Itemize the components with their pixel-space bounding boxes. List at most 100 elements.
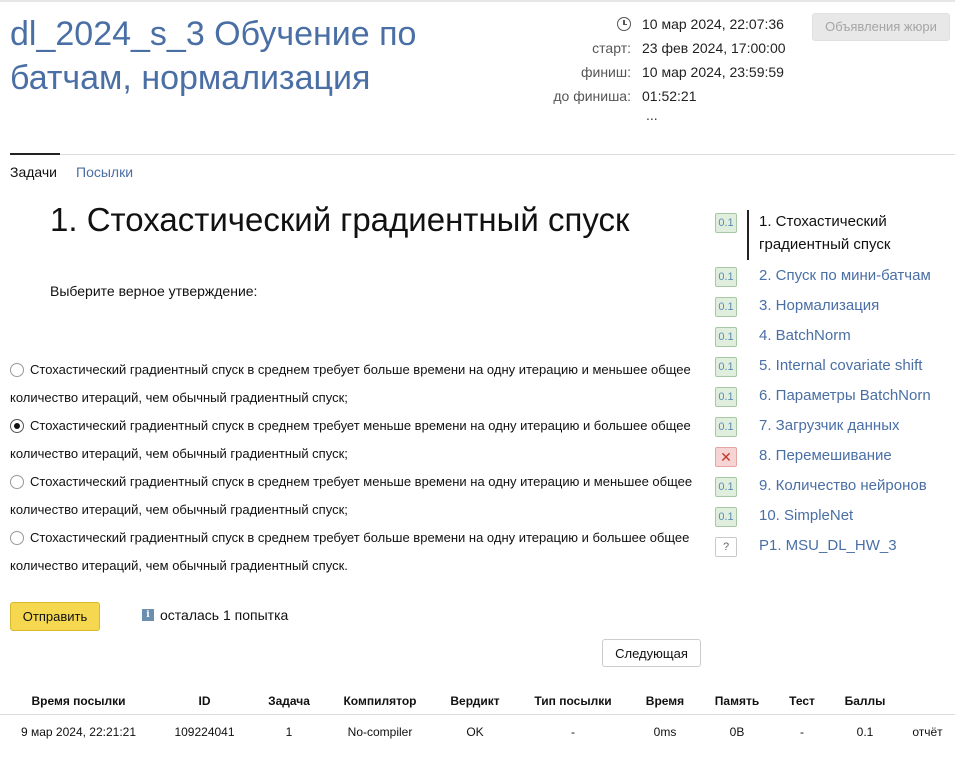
cell-task: 1: [252, 713, 326, 750]
submit-button[interactable]: Отправить: [10, 602, 100, 631]
radio-button[interactable]: [10, 531, 24, 545]
score-badge: 0.1: [715, 267, 737, 287]
score-badge: 0.1: [715, 507, 737, 527]
clock-icon: [617, 17, 631, 31]
answer-option[interactable]: Стохастический градиентный спуск в средн…: [10, 524, 700, 580]
cell-compiler: No-compiler: [326, 713, 434, 750]
sidebar-item-label[interactable]: 9. Количество нейронов: [759, 477, 927, 494]
sidebar-item-3[interactable]: 0.1 3. Нормализация: [715, 294, 955, 324]
more-times-toggle[interactable]: ...: [646, 107, 658, 123]
sidebar-item-7[interactable]: 0.1 7. Загрузчик данных: [715, 414, 955, 444]
answer-option-text: Стохастический градиентный спуск в средн…: [10, 362, 691, 405]
current-time: 10 мар 2024, 22:07:36: [642, 16, 784, 32]
col-header-type: Тип посылки: [534, 693, 612, 708]
col-header-memory: Память: [714, 693, 760, 708]
cell-id: 109224041: [157, 713, 252, 750]
start-row: старт: 23 фев 2024, 17:00:00: [520, 38, 800, 62]
finish-value: 10 мар 2024, 23:59:59: [642, 64, 784, 80]
sidebar-item-label[interactable]: 6. Параметры BatchNorn: [759, 387, 931, 404]
contest-title: dl_2024_s_3 Обучение по батчам, нормализ…: [10, 15, 417, 97]
score-badge: 0.1: [715, 387, 737, 407]
sidebar-item-8[interactable]: ✕ 8. Перемешивание: [715, 444, 955, 474]
cell-runtime: 0ms: [630, 713, 700, 750]
table-header-row: Время посылки ID Задача Компилятор Верди…: [0, 688, 955, 714]
submissions-table: Время посылки ID Задача Компилятор Верди…: [0, 688, 955, 750]
remaining-row: до финиша: 01:52:21: [520, 86, 800, 110]
sidebar-item-1[interactable]: 0.1 1. Стохастический градиентный спуск: [715, 210, 955, 264]
score-badge: 0.1: [715, 297, 737, 317]
answer-option[interactable]: Стохастический градиентный спуск в средн…: [10, 468, 700, 524]
col-header-report: [900, 688, 955, 714]
unknown-badge-icon: ?: [715, 537, 737, 557]
tab-problems[interactable]: Задачи: [10, 164, 57, 180]
current-time-row: 10 мар 2024, 22:07:36: [520, 14, 800, 38]
problem-list: 0.1 1. Стохастический градиентный спуск …: [715, 210, 955, 564]
sidebar-item-label[interactable]: 8. Перемешивание: [759, 447, 892, 464]
sidebar-item-9[interactable]: 0.1 9. Количество нейронов: [715, 474, 955, 504]
sidebar-item-label: 1. Стохастический градиентный спуск: [759, 213, 891, 253]
sidebar-item-label[interactable]: 7. Загрузчик данных: [759, 417, 899, 434]
cell-type: -: [516, 713, 630, 750]
radio-button[interactable]: [10, 363, 24, 377]
tabs-divider: [10, 154, 955, 155]
active-item-indicator: [747, 210, 749, 260]
sidebar-item-p1[interactable]: ? P1. MSU_DL_HW_3: [715, 534, 955, 564]
table-row: 9 мар 2024, 22:21:21 109224041 1 No-comp…: [0, 713, 955, 750]
sidebar-item-label[interactable]: 10. SimpleNet: [759, 507, 853, 524]
score-badge: 0.1: [715, 213, 737, 233]
col-header-id: ID: [198, 693, 211, 708]
answer-option[interactable]: Стохастический градиентный спуск в средн…: [10, 356, 700, 412]
radio-button-selected[interactable]: [10, 419, 24, 433]
answer-options: Стохастический градиентный спуск в средн…: [10, 356, 700, 580]
answer-option[interactable]: Стохастический градиентный спуск в средн…: [10, 412, 700, 468]
score-badge: 0.1: [715, 357, 737, 377]
tab-submissions[interactable]: Посылки: [76, 164, 133, 180]
sidebar-item-10[interactable]: 0.1 10. SimpleNet: [715, 504, 955, 534]
cell-verdict: OK: [434, 713, 516, 750]
info-icon: i: [142, 609, 154, 621]
col-header-score: Баллы: [844, 693, 886, 708]
problem-title: 1. Стохастический градиентный спуск: [50, 201, 630, 238]
question-text: Выберите верное утверждение:: [50, 283, 258, 299]
answer-option-text: Стохастический градиентный спуск в средн…: [10, 418, 691, 461]
report-link[interactable]: отчёт: [900, 713, 955, 750]
col-header-task: Задача: [268, 693, 310, 708]
cell-time: 9 мар 2024, 22:21:21: [0, 713, 157, 750]
score-badge: 0.1: [715, 477, 737, 497]
sidebar-item-6[interactable]: 0.1 6. Параметры BatchNorn: [715, 384, 955, 414]
col-header-verdict: Вердикт: [450, 693, 500, 708]
start-value: 23 фев 2024, 17:00:00: [642, 40, 786, 56]
cell-memory: 0B: [700, 713, 774, 750]
answer-option-text: Стохастический градиентный спуск в средн…: [10, 474, 693, 517]
cell-test: -: [774, 713, 830, 750]
answer-option-text: Стохастический градиентный спуск в средн…: [10, 530, 690, 573]
col-header-test: Тест: [789, 693, 815, 708]
attempts-remaining: осталась 1 попытка: [160, 607, 289, 623]
col-header-runtime: Время: [645, 693, 685, 708]
remaining-value: 01:52:21: [642, 88, 697, 104]
radio-button[interactable]: [10, 475, 24, 489]
sidebar-item-label[interactable]: 2. Спуск по мини-батчам: [759, 267, 931, 284]
score-badge: 0.1: [715, 417, 737, 437]
jury-announcements-button[interactable]: Объявления жюри: [812, 13, 950, 41]
col-header-compiler: Компилятор: [343, 693, 417, 708]
contest-times: 10 мар 2024, 22:07:36 старт: 23 фев 2024…: [520, 14, 800, 110]
col-header-time: Время посылки: [31, 693, 126, 708]
fail-badge-icon: ✕: [715, 447, 737, 467]
finish-label: финиш:: [580, 64, 631, 80]
sidebar-item-label[interactable]: 5. Internal covariate shift: [759, 357, 922, 374]
active-tab-indicator: [10, 153, 60, 155]
sidebar-item-4[interactable]: 0.1 4. BatchNorm: [715, 324, 955, 354]
start-label: старт:: [592, 40, 631, 56]
sidebar-item-5[interactable]: 0.1 5. Internal covariate shift: [715, 354, 955, 384]
next-problem-button[interactable]: Следующая: [602, 639, 701, 667]
sidebar-item-label[interactable]: 4. BatchNorm: [759, 327, 851, 344]
finish-row: финиш: 10 мар 2024, 23:59:59: [520, 62, 800, 86]
remaining-label: до финиша:: [553, 88, 631, 104]
sidebar-item-2[interactable]: 0.1 2. Спуск по мини-батчам: [715, 264, 955, 294]
top-border: [0, 0, 955, 2]
score-badge: 0.1: [715, 327, 737, 347]
sidebar-item-label[interactable]: P1. MSU_DL_HW_3: [759, 537, 897, 554]
sidebar-item-label[interactable]: 3. Нормализация: [759, 297, 879, 314]
cell-score: 0.1: [830, 713, 900, 750]
